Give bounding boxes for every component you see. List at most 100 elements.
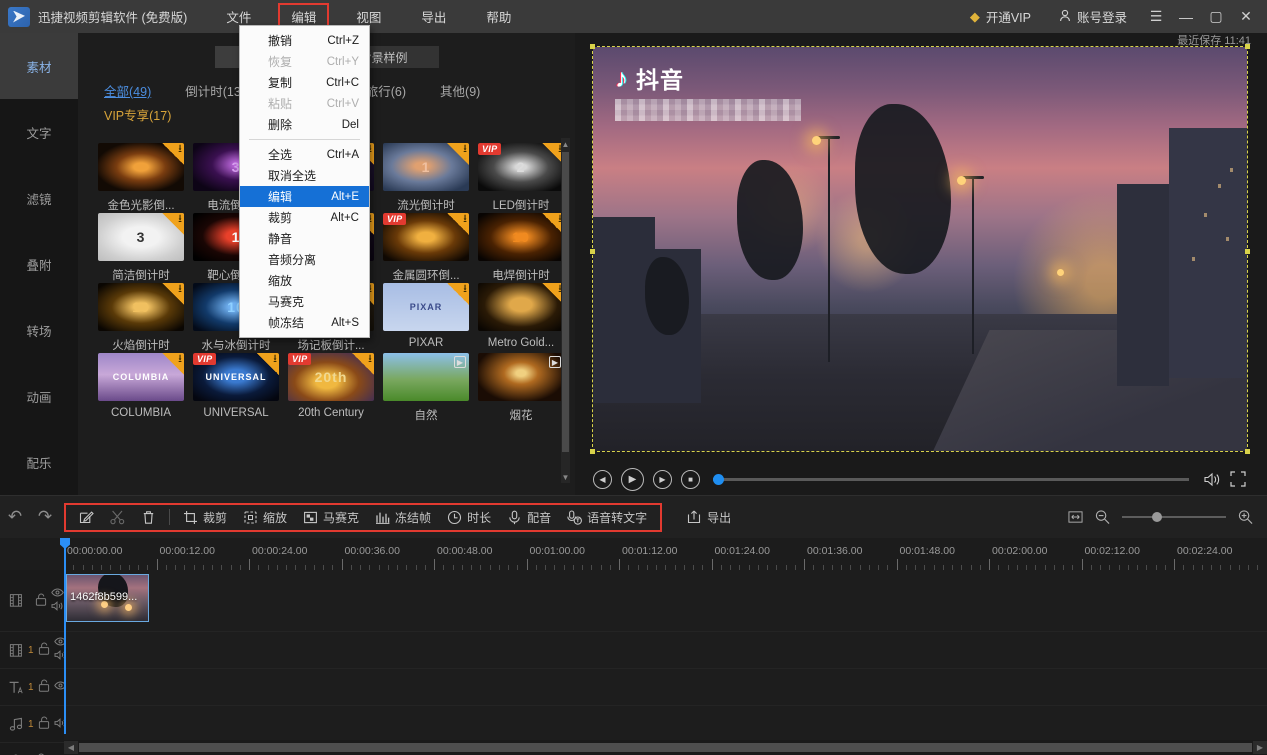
mosaic-tool[interactable]: 马赛克	[296, 505, 366, 530]
material-filter-1[interactable]: 倒计时(13)	[185, 80, 245, 104]
zoom-out-icon[interactable]	[1095, 510, 1110, 525]
hscroll-thumb[interactable]	[79, 743, 1252, 752]
material-thumbnail[interactable]: PIXAR	[383, 283, 469, 331]
prev-frame-button[interactable]: ◀	[593, 469, 612, 489]
scrollbar-thumb[interactable]	[562, 152, 569, 452]
main-video-track[interactable]: 1462f8b599...	[0, 570, 1267, 632]
fullscreen-icon[interactable]	[1229, 470, 1247, 488]
open-vip-button[interactable]: ◆ 开通VIP	[956, 7, 1045, 26]
overlay-video-track[interactable]: 1	[0, 632, 1267, 669]
menu-item-6[interactable]: 全选 Ctrl+A	[240, 144, 369, 165]
menu-export[interactable]: 导出	[408, 3, 459, 30]
sidebar-item-0[interactable]: 素材	[0, 33, 78, 99]
zoom-slider-knob[interactable]	[1152, 512, 1162, 522]
minimize-icon[interactable]: —	[1171, 0, 1201, 33]
material-item[interactable]: 3 简洁倒计时	[98, 213, 193, 283]
material-item[interactable]: 1 流光倒计时	[383, 143, 478, 213]
eye-icon[interactable]	[51, 587, 64, 600]
fit-to-width-icon[interactable]	[1068, 510, 1083, 525]
video-preview[interactable]: ♪ 抖音	[590, 44, 1250, 454]
track-lane[interactable]	[64, 669, 1267, 705]
volume-icon[interactable]	[1202, 470, 1220, 488]
material-thumbnail[interactable]: COLUMBIA	[98, 353, 184, 401]
unlock-icon[interactable]	[35, 593, 47, 609]
download-icon[interactable]	[447, 283, 469, 305]
sidebar-item-4[interactable]: 转场	[0, 297, 78, 363]
material-thumbnail[interactable]: 3	[98, 213, 184, 261]
download-icon[interactable]	[162, 353, 184, 375]
material-item[interactable]: 金色光影倒...	[98, 143, 193, 213]
material-item[interactable]: 2VIP LED倒计时	[478, 143, 573, 213]
material-item[interactable]: UNIVERSALVIP UNIVERSAL	[193, 353, 288, 423]
menu-item-9[interactable]: 裁剪 Alt+C	[240, 207, 369, 228]
material-thumbnail[interactable]: 10	[98, 283, 184, 331]
seek-slider[interactable]	[713, 473, 1189, 485]
material-filter-4[interactable]: 其他(9)	[440, 80, 480, 104]
download-icon[interactable]	[447, 213, 469, 235]
menu-item-11[interactable]: 音频分离	[240, 249, 369, 270]
mosaic-overlay[interactable]	[615, 99, 801, 121]
redo-button[interactable]: ↷	[30, 502, 60, 532]
seek-knob[interactable]	[713, 473, 724, 485]
zoom-slider[interactable]	[1122, 512, 1226, 522]
resize-handle-br[interactable]	[1245, 449, 1250, 454]
play-button[interactable]: ▶	[621, 467, 644, 491]
scroll-up-icon[interactable]: ▲	[561, 138, 570, 150]
material-filter-3[interactable]: 旅行(6)	[366, 80, 406, 104]
download-icon[interactable]	[352, 353, 374, 375]
sidebar-item-3[interactable]: 叠附	[0, 231, 78, 297]
freeze-frame-tool[interactable]: 冻结帧	[368, 505, 438, 530]
menu-item-0[interactable]: 撤销 Ctrl+Z	[240, 30, 369, 51]
material-thumbnail[interactable]	[478, 283, 564, 331]
material-item[interactable]: 10 电焊倒计时	[478, 213, 573, 283]
material-thumbnail[interactable]: 5 VIP	[383, 213, 469, 261]
music-track[interactable]: 1	[0, 706, 1267, 743]
menu-item-8[interactable]: 编辑 Alt+E	[240, 186, 369, 207]
menu-item-10[interactable]: 静音	[240, 228, 369, 249]
track-lane[interactable]: 1462f8b599...	[64, 570, 1267, 631]
material-thumbnail[interactable]: 10	[478, 213, 564, 261]
track-lane[interactable]	[64, 706, 1267, 742]
play-badge-icon[interactable]: ▶	[549, 356, 561, 368]
material-item[interactable]: PIXAR PIXAR	[383, 283, 478, 353]
sidebar-item-1[interactable]: 文字	[0, 99, 78, 165]
material-item[interactable]: COLUMBIA COLUMBIA	[98, 353, 193, 423]
stop-button[interactable]: ■	[681, 469, 700, 489]
account-login-button[interactable]: 账号登录	[1045, 7, 1141, 26]
timeline-clip[interactable]: 1462f8b599...	[66, 574, 149, 622]
play-badge-icon[interactable]: ▶	[454, 356, 466, 368]
resize-handle-tl[interactable]	[590, 44, 595, 49]
unlock-icon[interactable]	[38, 716, 50, 732]
hamburger-menu-icon[interactable]: ☰	[1141, 0, 1171, 33]
speech-to-text-tool[interactable]: 语音转文字	[560, 505, 654, 530]
resize-handle-r[interactable]	[1245, 249, 1250, 254]
material-filter-0[interactable]: 全部(49)	[104, 80, 151, 104]
sidebar-item-2[interactable]: 滤镜	[0, 165, 78, 231]
menu-item-12[interactable]: 缩放	[240, 270, 369, 291]
scroll-down-icon[interactable]: ▼	[561, 471, 570, 483]
download-icon[interactable]	[162, 283, 184, 305]
menu-help[interactable]: 帮助	[473, 3, 524, 30]
menu-item-4[interactable]: 删除 Del	[240, 114, 369, 135]
material-thumbnail[interactable]: 1	[383, 143, 469, 191]
menu-item-13[interactable]: 马赛克	[240, 291, 369, 312]
resize-handle-tr[interactable]	[1245, 44, 1250, 49]
split-tool[interactable]	[103, 505, 132, 530]
material-thumbnail[interactable]	[98, 143, 184, 191]
hscroll-right-icon[interactable]: ▶	[1253, 741, 1267, 754]
sidebar-item-6[interactable]: 配乐	[0, 429, 78, 495]
timeline-ruler[interactable]: 00:00:00.00 00:00:12.00 00:00:24.00 00:00:3…	[0, 538, 1267, 570]
download-icon[interactable]	[162, 143, 184, 165]
unlock-icon[interactable]	[38, 642, 50, 658]
maximize-icon[interactable]: ▢	[1201, 0, 1231, 33]
material-thumbnail[interactable]: ▶	[383, 353, 469, 401]
timeline-hscrollbar[interactable]: ◀ ▶	[64, 740, 1267, 755]
track-lane[interactable]	[64, 632, 1267, 668]
material-item[interactable]: 5VIP 金属圆环倒...	[383, 213, 478, 283]
material-item[interactable]: ▶ 自然	[383, 353, 478, 423]
playhead[interactable]	[64, 538, 66, 734]
edit-tool[interactable]	[72, 505, 101, 530]
zoom-in-icon[interactable]	[1238, 510, 1253, 525]
menu-item-7[interactable]: 取消全选	[240, 165, 369, 186]
delete-tool[interactable]	[134, 505, 163, 530]
